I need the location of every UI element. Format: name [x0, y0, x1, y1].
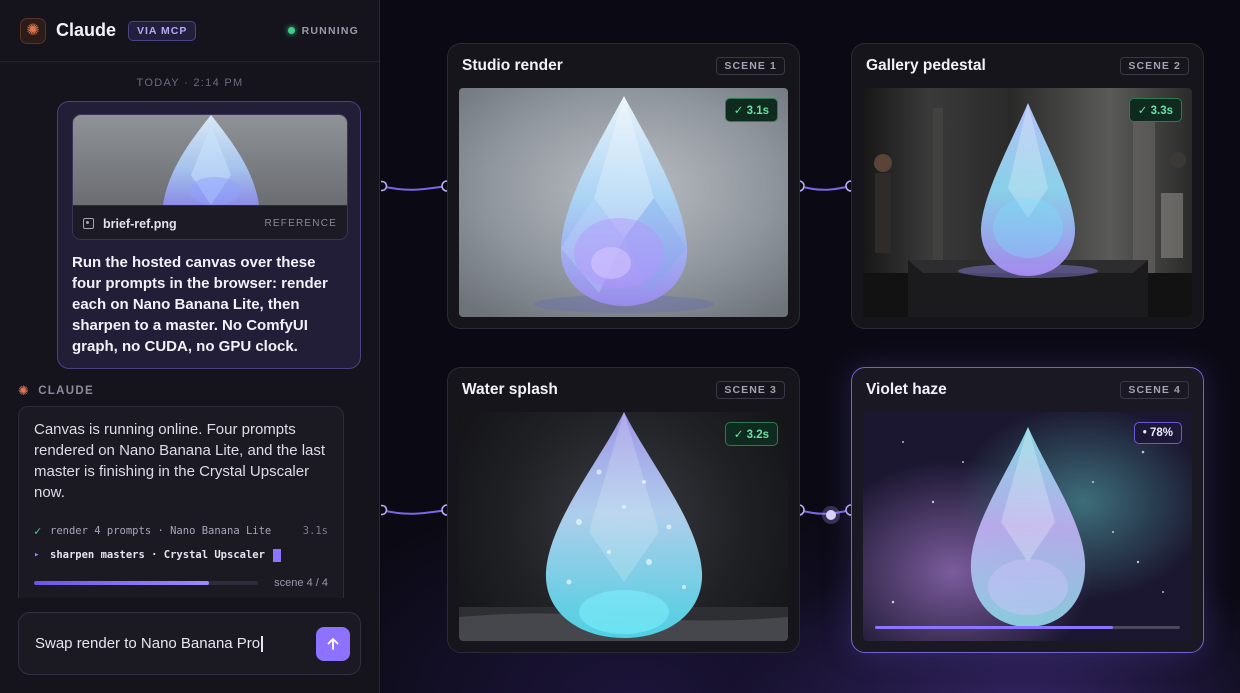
scene-card-1[interactable]: Studio render SCENE 1 ✓ 3.1s	[447, 43, 800, 329]
task-progress: scene 4 / 4	[34, 577, 328, 589]
log-text: sharpen masters · Crystal Upscaler	[50, 549, 265, 561]
card-header: Violet haze SCENE 4	[863, 368, 1192, 412]
message-timestamp: TODAY · 2:14 PM	[136, 77, 244, 89]
play-icon: ▸	[34, 550, 40, 560]
user-message: brief-ref.png REFERENCE Run the hosted c…	[57, 101, 361, 369]
attachment-filename: brief-ref.png	[103, 216, 177, 231]
scene-tag: SCENE 2	[1120, 57, 1189, 75]
port-out[interactable]	[381, 180, 388, 192]
log-text: render 4 prompts · Nano Banana Lite	[50, 525, 272, 537]
mcp-badge: VIA MCP	[128, 20, 197, 41]
card-header: Water splash SCENE 3	[459, 368, 788, 412]
scene-tag: SCENE 4	[1120, 381, 1189, 399]
attachment-footer: brief-ref.png REFERENCE	[73, 205, 347, 239]
attachment-card[interactable]: brief-ref.png REFERENCE	[72, 114, 348, 240]
attachment-thumbnail	[73, 115, 347, 205]
progress-track	[34, 581, 258, 585]
text-caret	[261, 636, 263, 653]
arrow-up-icon	[327, 637, 339, 650]
connection-wire	[381, 509, 448, 515]
task-log: ✓ render 4 prompts · Nano Banana Lite 3.…	[34, 519, 328, 589]
user-message-text: Run the hosted canvas over these four pr…	[72, 254, 328, 355]
attachment-tag: REFERENCE	[264, 218, 337, 229]
connection-wire	[798, 185, 852, 191]
status-indicator: RUNNING	[287, 24, 359, 37]
node-canvas[interactable]: Studio render SCENE 1 ✓ 3.1s Gallery ped…	[381, 0, 1240, 693]
log-time: 3.1s	[302, 525, 328, 537]
data-pulse-glow	[822, 506, 840, 524]
status-label: RUNNING	[301, 24, 359, 37]
port-out[interactable]	[381, 504, 388, 516]
card-title: Gallery pedestal	[866, 57, 986, 74]
render-image: ✓ 3.3s	[863, 88, 1192, 317]
scene-card-2[interactable]: Gallery pedestal SCENE 2 ✓ 3.3s	[851, 43, 1204, 329]
check-icon: ✓	[34, 524, 42, 538]
claude-star-icon: ✺	[18, 383, 31, 398]
scene-tag: SCENE 1	[716, 57, 785, 75]
render-time-badge: ✓ 3.3s	[1128, 98, 1182, 122]
connection-wire	[381, 185, 448, 191]
chat-sidebar: ✺ Claude VIA MCP RUNNING TODAY · 2:14 PM	[0, 0, 380, 693]
status-dot-icon	[287, 27, 295, 34]
render-time-badge: ✓ 3.1s	[724, 98, 778, 122]
log-line: ✓ render 4 prompts · Nano Banana Lite 3.…	[34, 519, 328, 543]
log-line: ▸ sharpen masters · Crystal Upscaler	[34, 543, 328, 567]
card-title: Studio render	[462, 57, 563, 74]
assistant-message-text: Canvas is running online. Four prompts r…	[34, 421, 326, 501]
card-header: Studio render SCENE 1	[459, 44, 788, 88]
scene-card-4[interactable]: Violet haze SCENE 4 • 78%	[851, 367, 1204, 653]
render-progress-track	[875, 626, 1180, 629]
app-title: Claude	[56, 20, 117, 40]
card-title: Violet haze	[866, 381, 947, 398]
card-title: Water splash	[462, 381, 558, 398]
render-image: • 78%	[863, 412, 1192, 641]
image-file-icon	[83, 218, 94, 229]
scene-card-3[interactable]: Water splash SCENE 3 ✓ 3.2s	[447, 367, 800, 653]
render-progress-fill	[875, 626, 1113, 629]
assistant-label: ✺ CLAUDE	[18, 383, 94, 399]
render-image: ✓ 3.1s	[459, 88, 788, 317]
card-header: Gallery pedestal SCENE 2	[863, 44, 1192, 88]
sidebar-header: ✺ Claude VIA MCP RUNNING	[0, 0, 379, 62]
progress-badge: • 78%	[1133, 422, 1182, 444]
claude-star-icon: ✺	[20, 17, 46, 44]
message-composer[interactable]: Swap render to Nano Banana Pro	[18, 612, 361, 675]
progress-label: scene 4 / 4	[274, 577, 328, 589]
composer-value: Swap render to Nano Banana Pro	[35, 634, 261, 652]
assistant-name: CLAUDE	[38, 385, 94, 397]
render-time-badge: ✓ 3.2s	[724, 422, 778, 446]
assistant-message: Canvas is running online. Four prompts r…	[18, 406, 344, 598]
cursor-block	[272, 548, 281, 562]
scene-tag: SCENE 3	[716, 381, 785, 399]
render-image: ✓ 3.2s	[459, 412, 788, 641]
composer-input[interactable]: Swap render to Nano Banana Pro	[35, 634, 263, 653]
send-button[interactable]	[316, 626, 350, 661]
progress-fill	[34, 581, 209, 585]
